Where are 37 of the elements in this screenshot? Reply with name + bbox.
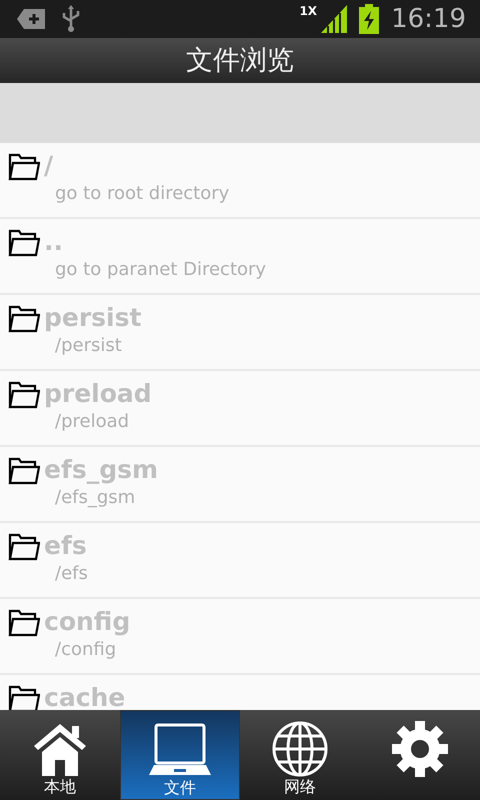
folder-path: go to root directory xyxy=(54,182,230,206)
folder-icon xyxy=(8,153,40,181)
tab[interactable]: 网络 xyxy=(240,710,360,800)
folder-path: /efs xyxy=(54,562,89,586)
folder-icon xyxy=(8,609,40,637)
laptop-icon xyxy=(148,723,212,777)
folder-name: preload xyxy=(44,379,152,409)
tab[interactable]: 本地 xyxy=(0,710,120,800)
battery-charging-icon xyxy=(359,4,380,34)
notification-icon xyxy=(16,8,46,30)
folder-path: /persist xyxy=(54,334,123,358)
home-icon xyxy=(32,722,88,776)
folder-icon xyxy=(8,305,40,333)
folder-name: efs_gsm xyxy=(44,455,158,485)
screen-title: 文件浏览 xyxy=(186,47,294,74)
settings-icon xyxy=(391,720,449,778)
folder-name: .. xyxy=(44,227,63,257)
folder-name: cache xyxy=(44,683,126,710)
usb-icon xyxy=(62,5,80,33)
network-type: 1X xyxy=(299,4,318,16)
clock: 16:19 xyxy=(391,2,466,36)
folder-name: persist xyxy=(44,303,142,333)
folder-path: go to paranet Directory xyxy=(54,258,268,282)
folder-path: /efs_gsm xyxy=(54,486,136,510)
folder-icon xyxy=(8,381,40,409)
folder-path: /config xyxy=(54,638,118,662)
folder-icon xyxy=(8,229,40,257)
folder-name: / xyxy=(44,151,54,181)
signal-icon xyxy=(321,5,348,33)
folder-path: /preload xyxy=(54,410,130,434)
tab[interactable]: 文件 xyxy=(120,710,240,800)
folder-icon xyxy=(8,533,40,561)
folder-icon xyxy=(8,457,40,485)
folder-icon xyxy=(8,685,40,710)
folder-name: config xyxy=(44,607,130,637)
globe-icon xyxy=(271,720,329,778)
folder-name: efs xyxy=(44,531,87,561)
